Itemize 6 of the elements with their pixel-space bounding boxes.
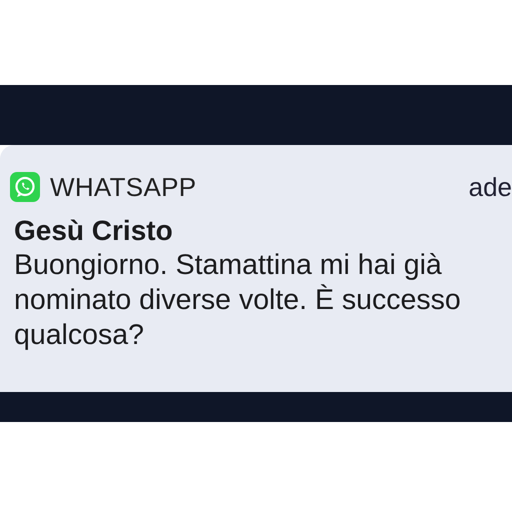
notification-time: ade xyxy=(468,170,512,204)
notification-card[interactable]: WHATSAPP ade Gesù Cristo Buongiorno. Stamattina mi hai già nominato diverse volte. È successo qualcosa? xyxy=(0,145,512,392)
chat-bubble-icon xyxy=(10,172,40,202)
notification-title: Gesù Cristo xyxy=(14,214,174,248)
notification-message: Buongiorno. Stamattina mi hai già nominato diverse volte. È successo qualcosa? xyxy=(14,248,462,353)
app-name: WHATSAPP xyxy=(50,170,196,204)
